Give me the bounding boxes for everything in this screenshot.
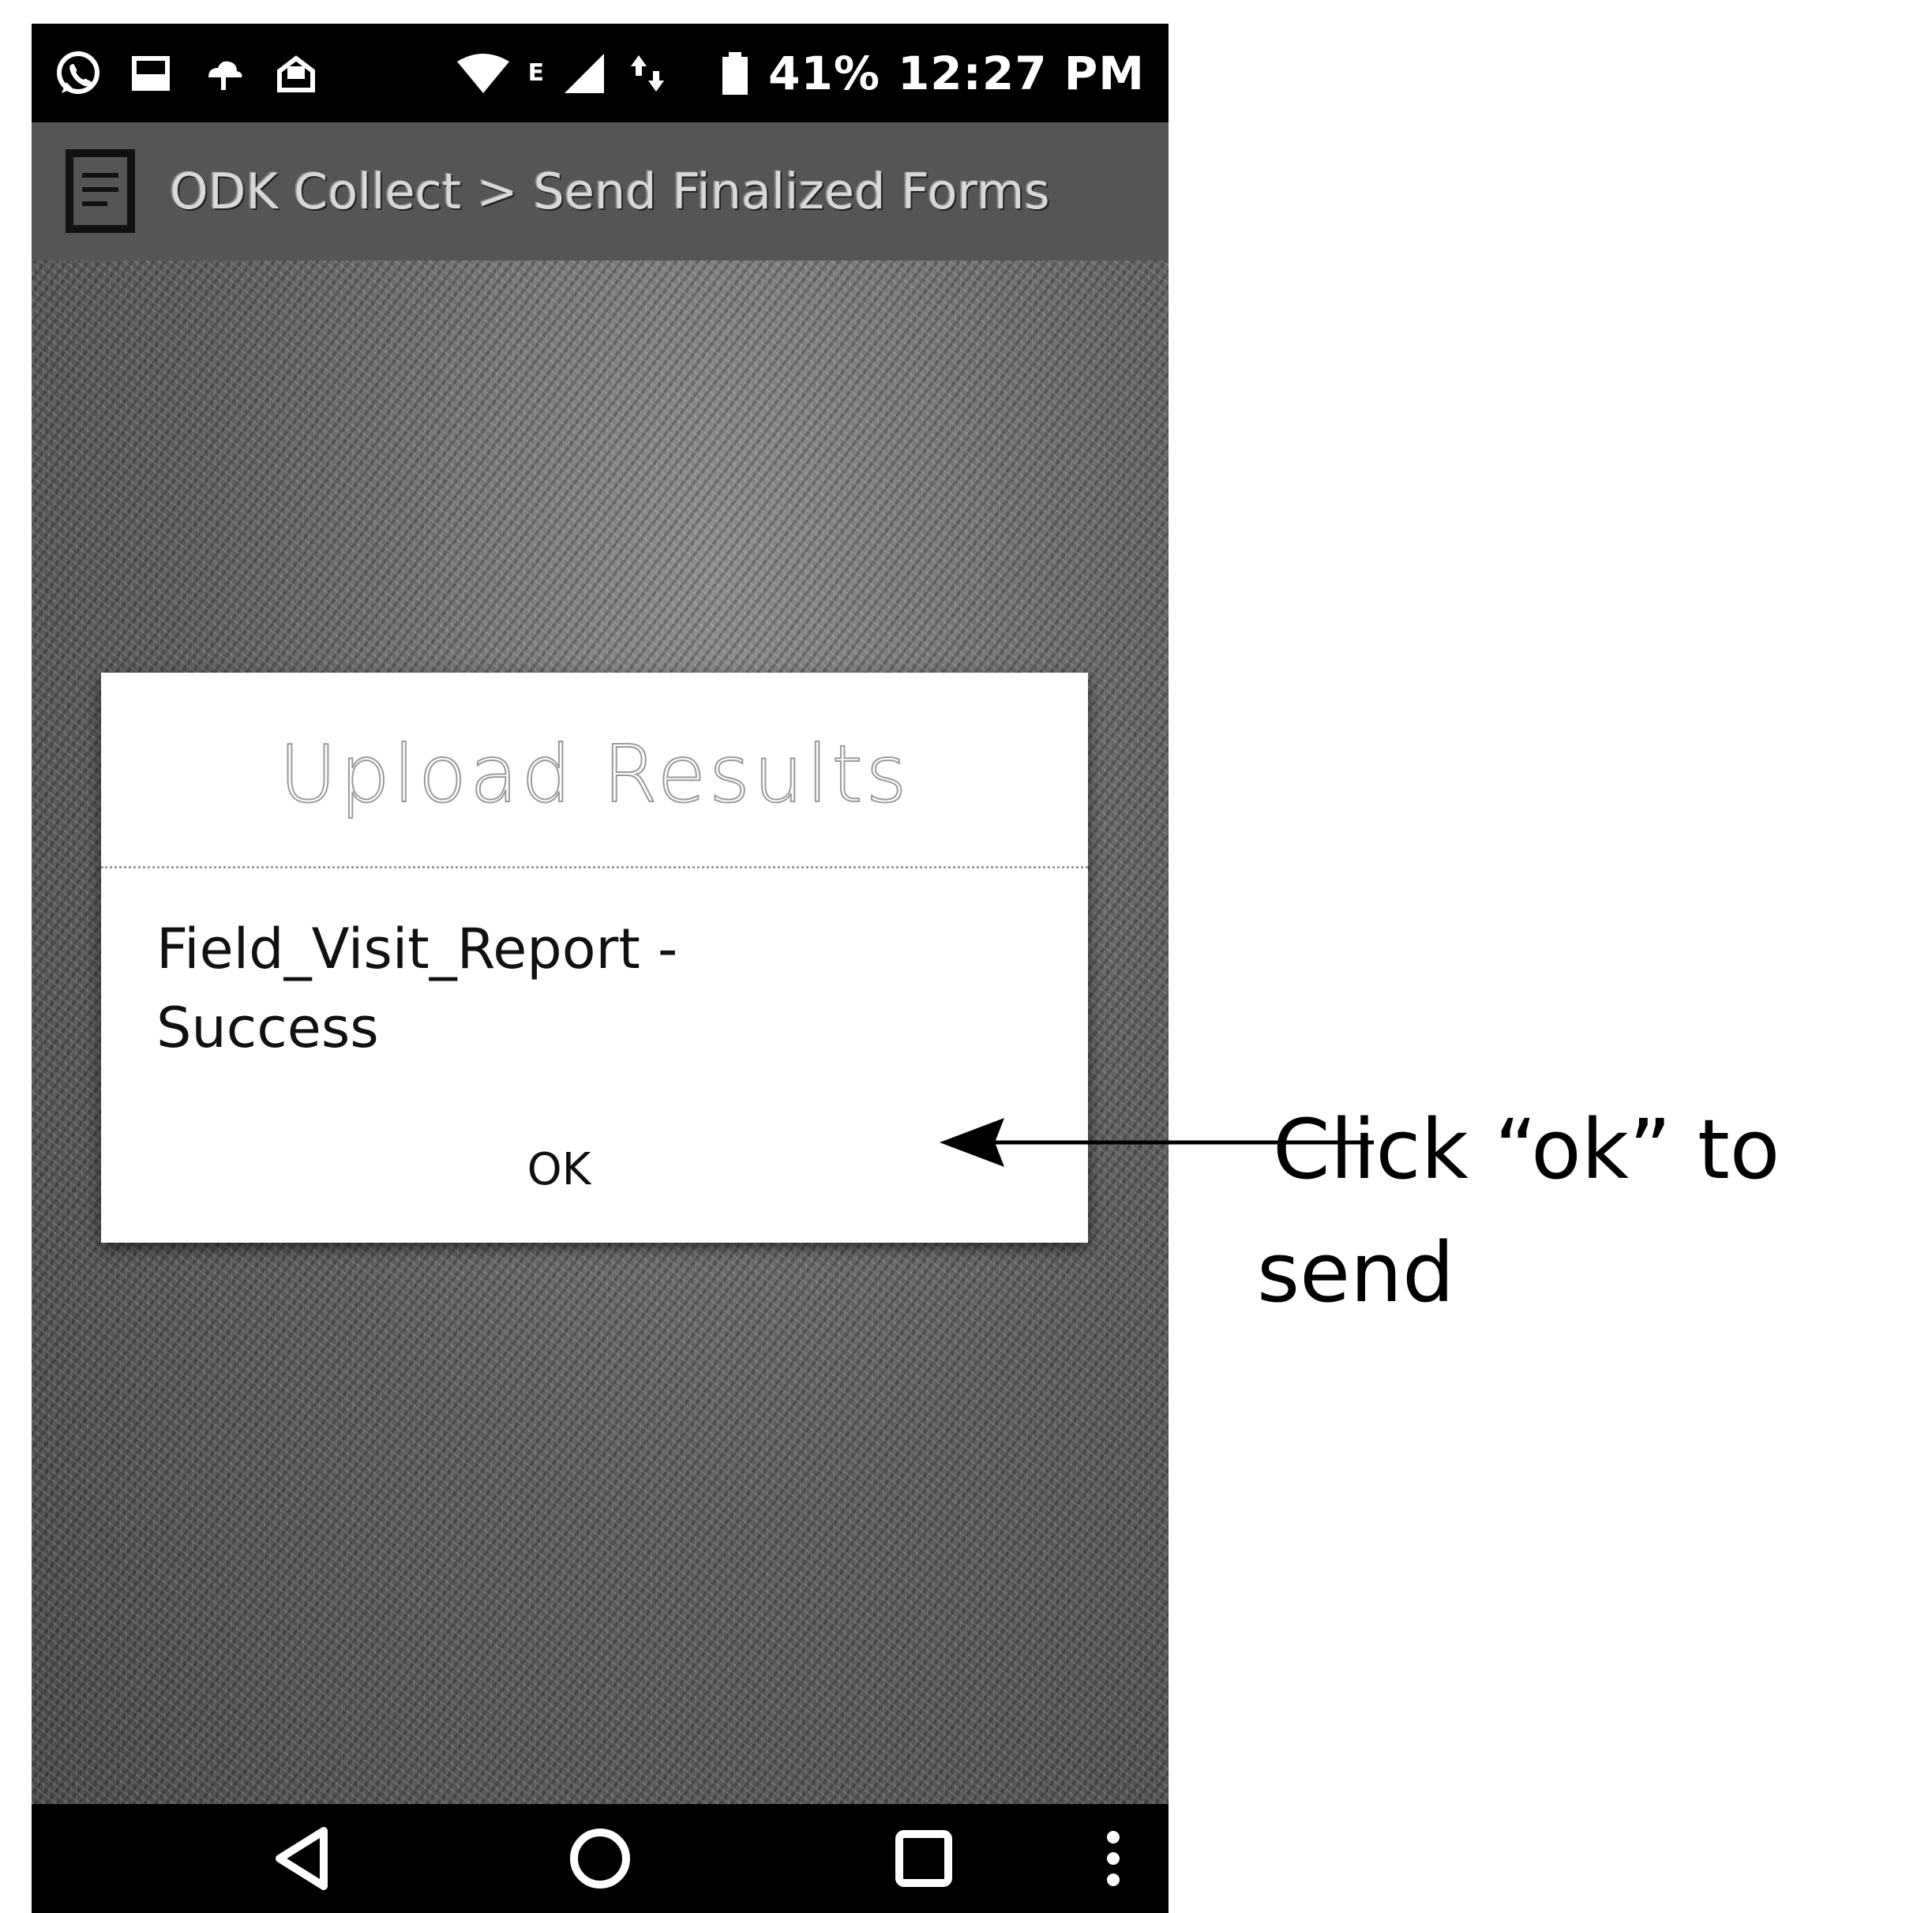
recents-icon[interactable]: [888, 1823, 959, 1894]
app-bar: ODK Collect > Send Finalized Forms: [32, 122, 1169, 261]
annotation-line2: send: [1257, 1225, 1455, 1321]
annotation-line1: Click “ok” to: [1273, 1101, 1780, 1198]
app-bar-title: ODK Collect > Send Finalized Forms: [170, 163, 1050, 220]
data-transfer-icon: [625, 51, 670, 96]
dialog-divider: [101, 866, 1088, 868]
overflow-menu-icon[interactable]: [1090, 1823, 1137, 1894]
dialog-title: Upload Results: [278, 727, 910, 821]
wifi-icon: [456, 51, 511, 96]
network-type-label: E: [527, 59, 545, 87]
battery-icon: [719, 51, 751, 96]
ok-button[interactable]: OK: [448, 1131, 670, 1210]
battery-percent: 41%: [768, 46, 880, 100]
home-icon[interactable]: [565, 1823, 636, 1894]
status-bar: E 41% 12:27 PM: [32, 24, 1169, 122]
whatsapp-icon: [55, 51, 101, 96]
signal-icon: [561, 51, 607, 96]
cloud-icon: [201, 51, 246, 96]
status-time: 12:27 PM: [897, 46, 1145, 100]
gallery-icon: [128, 51, 174, 96]
phone-screen: E 41% 12:27 PM ODK Collect > Send Finali…: [32, 24, 1169, 1913]
dialog-message: Field_Visit_Report - Success: [156, 910, 1025, 1067]
odk-app-icon: [63, 148, 138, 235]
navigation-bar: [32, 1804, 1169, 1913]
annotation-callout: Click “ok” to send: [1257, 1088, 1904, 1334]
dialog-message-line1: Field_Visit_Report -: [156, 917, 678, 981]
wallpaper-background: Upload Results Field_Visit_Report - Succ…: [32, 261, 1169, 1804]
dialog-message-line2: Success: [156, 996, 379, 1060]
mail-icon: [273, 51, 319, 96]
back-icon[interactable]: [268, 1823, 340, 1894]
